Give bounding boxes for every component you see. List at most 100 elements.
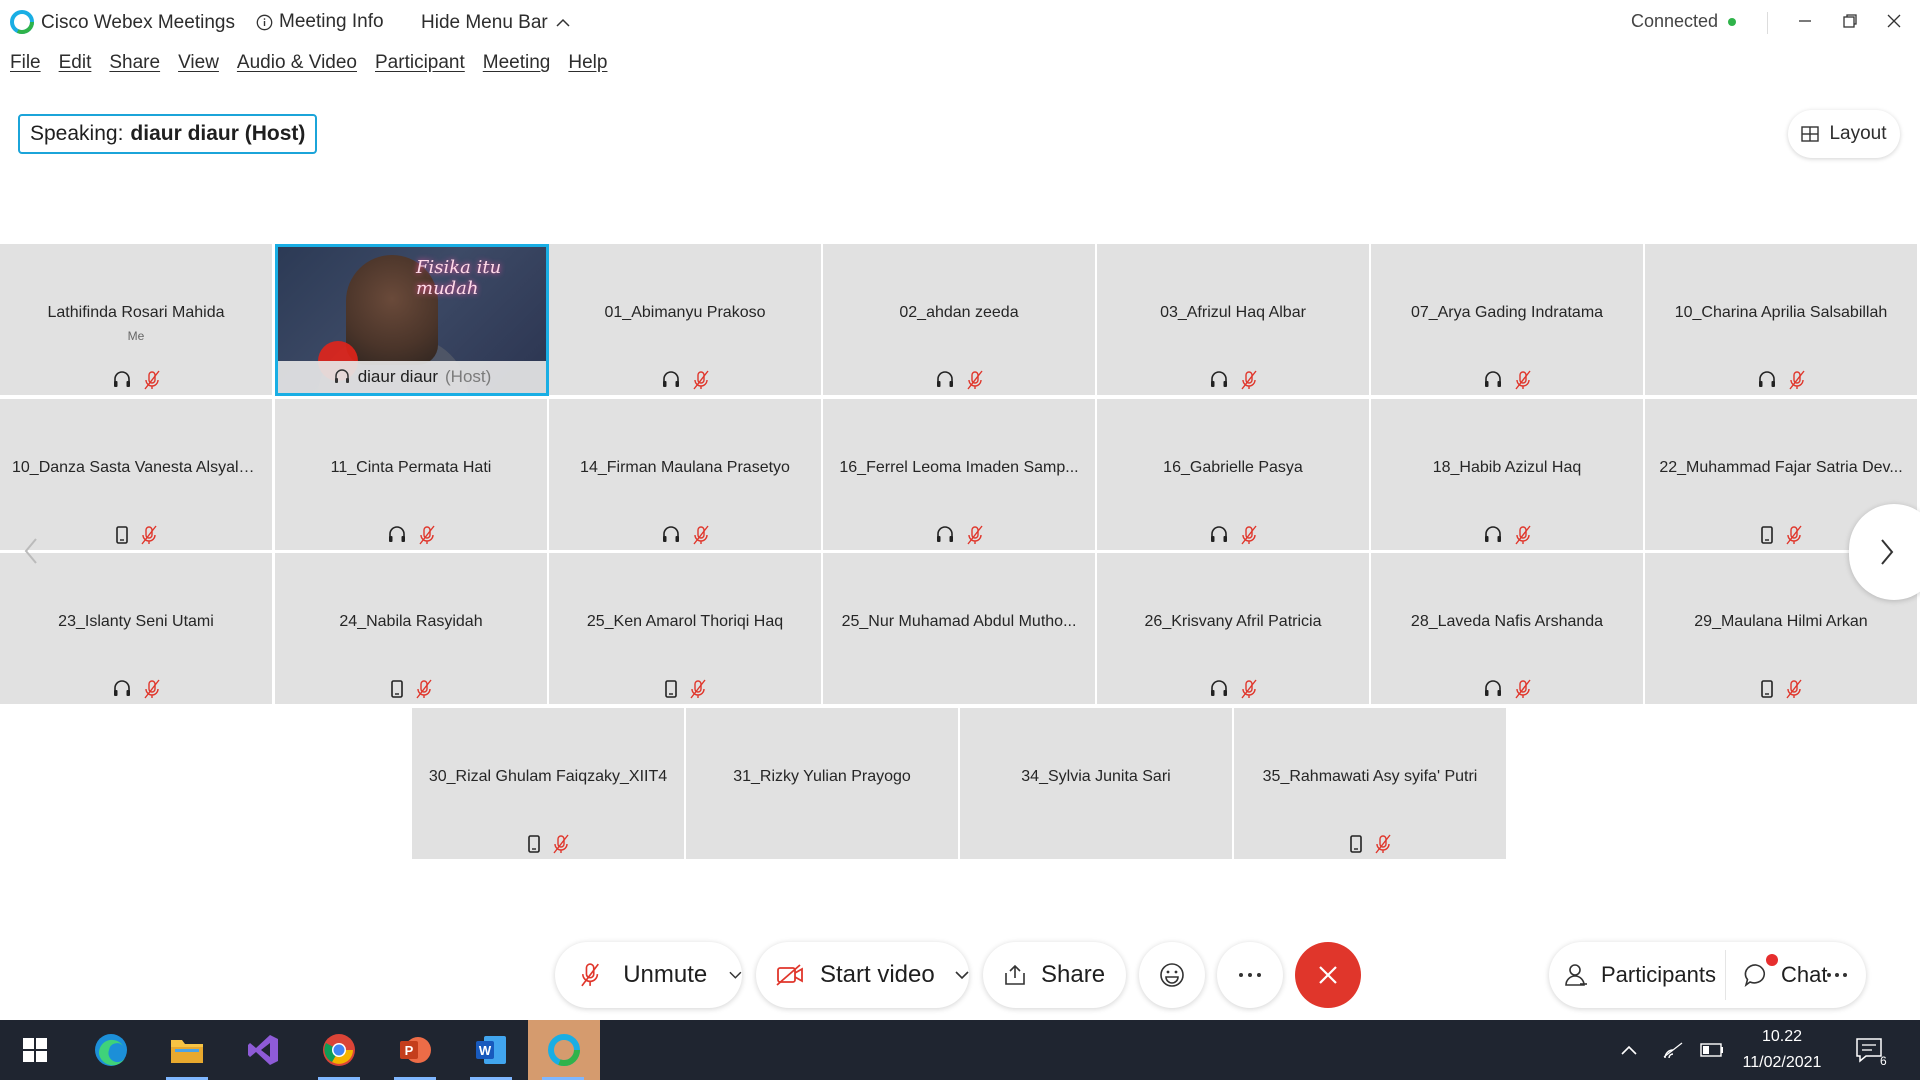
- headset-icon: [1483, 370, 1503, 390]
- unmute-button[interactable]: Unmute: [555, 942, 742, 1008]
- headset-icon: [935, 370, 955, 390]
- participant-name: 25_Ken Amarol Thoriqi Haq: [586, 613, 784, 630]
- start-video-button[interactable]: Start video: [756, 942, 969, 1008]
- taskbar-file-explorer[interactable]: [152, 1020, 222, 1080]
- wifi-icon[interactable]: [1662, 1041, 1684, 1059]
- participant-status-icons: [0, 525, 272, 545]
- participant-tile[interactable]: 30_Rizal Ghulam Faiqzaky_XIIT4: [412, 708, 684, 859]
- more-panels-button[interactable]: [1817, 942, 1857, 1008]
- notification-count: 6: [1880, 1054, 1887, 1068]
- taskbar-webex[interactable]: [528, 1020, 600, 1080]
- participant-tile[interactable]: 16_Gabrielle Pasya: [1097, 399, 1369, 550]
- menu-help[interactable]: Help: [568, 52, 607, 84]
- chevron-down-icon[interactable]: [729, 970, 742, 980]
- restore-button[interactable]: [1830, 6, 1870, 36]
- taskbar-chrome[interactable]: [304, 1020, 374, 1080]
- clock-time: 10.22: [1761, 1028, 1803, 1045]
- video-tile-host[interactable]: Fisika itu mudah diaur diaur (Host): [275, 244, 549, 396]
- participant-name: 25_Nur Muhamad Abdul Mutho...: [841, 613, 1077, 630]
- participant-tile[interactable]: 34_Sylvia Junita Sari: [960, 708, 1232, 859]
- participant-status-icons: [1097, 370, 1369, 390]
- chevron-up-icon[interactable]: [1620, 1044, 1638, 1056]
- mic-muted-icon: [1515, 370, 1531, 390]
- participant-tile[interactable]: 07_Arya Gading Indratama: [1371, 244, 1643, 395]
- restore-icon: [1843, 14, 1857, 28]
- menu-participant[interactable]: Participant: [375, 52, 465, 84]
- participant-tile[interactable]: 01_Abimanyu Prakoso: [549, 244, 821, 395]
- participant-tile[interactable]: 24_Nabila Rasyidah: [275, 553, 547, 704]
- more-options-button[interactable]: [1217, 942, 1283, 1008]
- participant-status-icons: [1097, 525, 1369, 545]
- previous-page-button[interactable]: [22, 537, 40, 570]
- participant-tile[interactable]: 31_Rizky Yulian Prayogo: [686, 708, 958, 859]
- chat-button[interactable]: Chat: [1743, 942, 1827, 1008]
- connected-dot-icon: [1728, 17, 1737, 26]
- menu-edit[interactable]: Edit: [59, 52, 92, 84]
- participant-name: 01_Abimanyu Prakoso: [604, 304, 766, 321]
- menu-view[interactable]: View: [178, 52, 219, 84]
- participant-tile[interactable]: 25_Ken Amarol Thoriqi Haq: [549, 553, 821, 704]
- taskbar-word[interactable]: W: [456, 1020, 526, 1080]
- participant-status-icons: [1371, 525, 1643, 545]
- participant-status-icons: [1645, 370, 1917, 390]
- participant-tile[interactable]: 26_Krisvany Afril Patricia: [1097, 553, 1369, 704]
- participant-tile[interactable]: 25_Nur Muhamad Abdul Mutho...: [823, 553, 1095, 704]
- participant-name: 29_Maulana Hilmi Arkan: [1694, 613, 1868, 630]
- participant-status-icons: [275, 525, 547, 545]
- participant-tile[interactable]: 23_Islanty Seni Utami: [0, 553, 272, 704]
- start-button[interactable]: [0, 1020, 70, 1080]
- headset-icon: [661, 370, 681, 390]
- participants-button[interactable]: Participants: [1563, 942, 1716, 1008]
- chevron-down-icon[interactable]: [955, 970, 969, 980]
- svg-text:P: P: [405, 1043, 414, 1058]
- participant-status-icons: [1097, 679, 1369, 699]
- mic-muted-icon: [1241, 525, 1257, 545]
- video-participant-role: (Host): [445, 367, 492, 386]
- minimize-button[interactable]: [1785, 6, 1825, 36]
- participant-tile[interactable]: 02_ahdan zeeda: [823, 244, 1095, 395]
- participant-tile[interactable]: 14_Firman Maulana Prasetyo: [549, 399, 821, 550]
- share-button[interactable]: Share: [983, 942, 1126, 1008]
- participant-status-icons: [1371, 370, 1643, 390]
- share-label: Share: [1041, 961, 1106, 988]
- participant-tile[interactable]: 11_Cinta Permata Hati: [275, 399, 547, 550]
- system-tray: [1620, 1020, 1724, 1080]
- mic-muted-icon: [967, 370, 983, 390]
- mic-muted-icon: [553, 834, 569, 854]
- close-button[interactable]: [1874, 6, 1914, 36]
- participant-tile[interactable]: 28_Laveda Nafis Arshanda: [1371, 553, 1643, 704]
- taskbar-visual-studio[interactable]: [228, 1020, 298, 1080]
- leave-meeting-button[interactable]: [1295, 942, 1361, 1008]
- action-center-button[interactable]: 6: [1854, 1020, 1887, 1080]
- participant-tile[interactable]: 35_Rahmawati Asy syifa' Putri: [1234, 708, 1506, 859]
- participant-tile[interactable]: 10_Danza Sasta Vanesta Alsyalu...: [0, 399, 272, 550]
- participant-tile[interactable]: Lathifinda Rosari Mahida Me: [0, 244, 272, 395]
- participant-tile[interactable]: 18_Habib Azizul Haq: [1371, 399, 1643, 550]
- menu-share[interactable]: Share: [109, 52, 160, 84]
- smiley-icon: [1160, 963, 1184, 987]
- layout-button[interactable]: Layout: [1788, 110, 1900, 158]
- participant-tile[interactable]: 03_Afrizul Haq Albar: [1097, 244, 1369, 395]
- menu-audio-video[interactable]: Audio & Video: [237, 52, 357, 84]
- mic-muted-icon: [419, 525, 435, 545]
- chevron-left-icon: [24, 538, 37, 564]
- headset-icon: [1209, 370, 1229, 390]
- taskbar-powerpoint[interactable]: P: [380, 1020, 450, 1080]
- participant-name: 34_Sylvia Junita Sari: [1021, 768, 1171, 785]
- hide-menu-bar-button[interactable]: Hide Menu Bar: [421, 12, 570, 34]
- battery-icon[interactable]: [1700, 1043, 1724, 1057]
- taskbar-edge[interactable]: [76, 1020, 146, 1080]
- menu-file[interactable]: File: [10, 52, 41, 84]
- participant-tile[interactable]: 10_Charina Aprilia Salsabillah: [1645, 244, 1917, 395]
- mic-muted-icon: [416, 679, 432, 699]
- meeting-info-button[interactable]: Meeting Info: [256, 11, 384, 33]
- participant-status-icons: [686, 834, 958, 854]
- participant-name: 07_Arya Gading Indratama: [1410, 304, 1604, 321]
- participant-name: 35_Rahmawati Asy syifa' Putri: [1262, 768, 1478, 785]
- taskbar-clock[interactable]: 10.22 11/02/2021: [1730, 1024, 1834, 1076]
- reactions-button[interactable]: [1139, 942, 1205, 1008]
- headset-icon: [334, 369, 349, 383]
- participant-status-icons: [275, 679, 547, 699]
- participant-tile[interactable]: 16_Ferrel Leoma Imaden Samp...: [823, 399, 1095, 550]
- menu-meeting[interactable]: Meeting: [483, 52, 551, 84]
